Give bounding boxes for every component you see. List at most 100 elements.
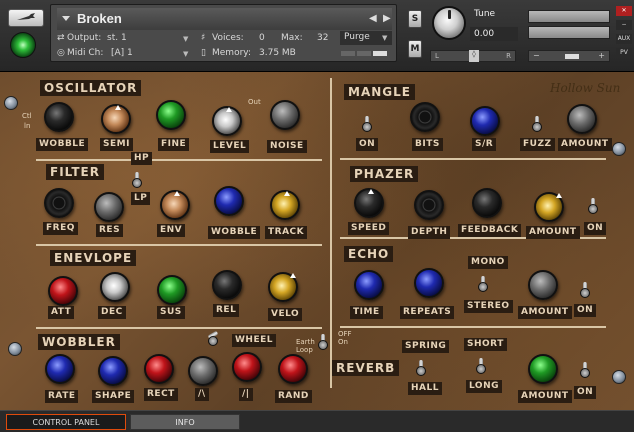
env-att-knob[interactable] (48, 276, 78, 306)
mangle-bits-label: BITS (412, 138, 443, 151)
midi-icon: ◎ (57, 48, 65, 58)
reverb-on-toggle[interactable] (580, 362, 590, 380)
osc-level-knob[interactable] (212, 106, 242, 136)
mute-button[interactable]: M (408, 40, 422, 58)
earth-loop-offon-label: OFF On (338, 330, 352, 346)
output-value[interactable]: st. 1 (107, 33, 127, 43)
solo-button[interactable]: S (408, 10, 422, 28)
phazer-speed-knob[interactable] (354, 188, 384, 218)
wobbler-saw-down-knob[interactable] (188, 356, 218, 386)
wobbler-saw-up-knob[interactable] (232, 352, 262, 382)
collapse-triangle-icon[interactable] (62, 16, 70, 21)
echo-on-toggle[interactable] (580, 282, 590, 300)
mangle-sr-knob[interactable] (470, 106, 500, 136)
volume-slider[interactable]: − + (528, 50, 610, 62)
filter-lp-label: LP (131, 192, 151, 205)
wobbler-saw-down-label: /\ (195, 388, 209, 401)
volume-handle[interactable] (565, 54, 579, 59)
pv-button[interactable]: PV (616, 48, 632, 58)
filter-wobble-knob[interactable] (214, 186, 244, 216)
tune-knob[interactable] (432, 6, 466, 40)
screw-icon (8, 342, 22, 356)
pan-handle-icon[interactable]: ◊ (469, 50, 479, 62)
phazer-feedback-knob[interactable] (472, 188, 502, 218)
screw-icon (612, 370, 626, 384)
max-value[interactable]: 32 (317, 33, 328, 43)
pan-slider[interactable]: L ◊ R (430, 50, 516, 62)
env-rel-knob[interactable] (212, 270, 242, 300)
next-instrument-icon[interactable]: ▶ (383, 13, 391, 24)
reverb-spring-label: SPRING (402, 340, 450, 353)
midi-label: Midi Ch: (67, 48, 104, 58)
env-att-label: ATT (48, 306, 75, 319)
midi-dropdown-icon[interactable]: ▼ (183, 50, 188, 58)
prev-instrument-icon[interactable]: ◀ (369, 13, 377, 24)
mangle-bits-knob[interactable] (410, 102, 440, 132)
echo-time-label: TIME (350, 306, 383, 319)
tab-control-panel[interactable]: CONTROL PANEL (6, 414, 126, 430)
screw-icon (4, 96, 18, 110)
section-echo: ECHO (344, 246, 394, 262)
filter-hp-label: HP (131, 152, 153, 165)
earth-loop-label: Earth Loop (296, 338, 315, 354)
filter-freq-knob[interactable] (44, 188, 74, 218)
midi-value[interactable]: [A] 1 (111, 48, 133, 58)
env-dec-knob[interactable] (100, 272, 130, 302)
wobbler-shape-knob[interactable] (98, 356, 128, 386)
env-sus-knob[interactable] (157, 275, 187, 305)
reverb-type-toggle[interactable] (416, 360, 426, 378)
filter-res-label: RES (96, 224, 124, 237)
env-velo-knob[interactable] (268, 272, 298, 302)
minimize-icon[interactable]: − (616, 20, 632, 30)
mangle-on-label: ON (356, 138, 379, 151)
purge-indicator-2 (357, 51, 371, 56)
instrument-name: Broken (77, 11, 122, 26)
env-rel-label: REL (213, 304, 240, 317)
filter-env-label: ENV (157, 224, 186, 237)
phazer-amount-knob[interactable] (534, 192, 564, 222)
purge-button[interactable]: Purge ▼ (340, 31, 392, 45)
filter-mode-toggle[interactable] (132, 172, 142, 190)
wobbler-rate-knob[interactable] (45, 354, 75, 384)
mangle-amount-knob[interactable] (567, 104, 597, 134)
osc-noise-knob[interactable] (270, 100, 300, 130)
echo-repeats-label: REPEATS (400, 306, 455, 319)
wobbler-wheel-toggle[interactable] (207, 330, 219, 348)
reverb-long-label: LONG (466, 380, 502, 393)
tune-value[interactable]: 0.00 (470, 27, 518, 41)
ln-label: ln (24, 122, 31, 130)
osc-semi-knob[interactable] (101, 104, 131, 134)
mangle-on-toggle[interactable] (362, 116, 372, 134)
output-label: Output: (67, 33, 102, 43)
echo-mode-toggle[interactable] (478, 276, 488, 294)
osc-wobble-knob[interactable] (44, 102, 74, 132)
filter-track-knob[interactable] (270, 190, 300, 220)
output-dropdown-icon[interactable]: ▼ (183, 35, 188, 43)
wobbler-rand-knob[interactable] (278, 354, 308, 384)
voices-label: Voices: (212, 33, 244, 43)
echo-amount-knob[interactable] (528, 270, 558, 300)
mangle-fuzz-toggle[interactable] (532, 116, 542, 134)
tab-info[interactable]: INFO (130, 414, 240, 430)
filter-res-knob[interactable] (94, 192, 124, 222)
phazer-depth-knob[interactable] (414, 190, 444, 220)
section-mangle: MANGLE (344, 84, 415, 100)
aux-button[interactable]: AUX (616, 34, 632, 44)
divider (36, 244, 322, 246)
close-icon[interactable]: ✕ (616, 6, 632, 16)
power-led-icon[interactable] (10, 32, 36, 58)
echo-repeats-knob[interactable] (414, 268, 444, 298)
echo-time-knob[interactable] (354, 270, 384, 300)
phazer-depth-label: DEPTH (408, 226, 451, 239)
wobbler-rand-label: RAND (275, 390, 312, 403)
reverb-amount-knob[interactable] (528, 354, 558, 384)
earth-loop-toggle[interactable] (318, 334, 328, 352)
wobbler-rect-knob[interactable] (144, 354, 174, 384)
memory-icon: ▯ (201, 48, 206, 58)
osc-fine-knob[interactable] (156, 100, 186, 130)
wrench-icon[interactable] (8, 9, 44, 27)
reverb-length-toggle[interactable] (476, 358, 486, 376)
reverb-short-label: SHORT (464, 338, 507, 351)
phazer-on-toggle[interactable] (588, 198, 598, 216)
filter-env-knob[interactable] (160, 190, 190, 220)
